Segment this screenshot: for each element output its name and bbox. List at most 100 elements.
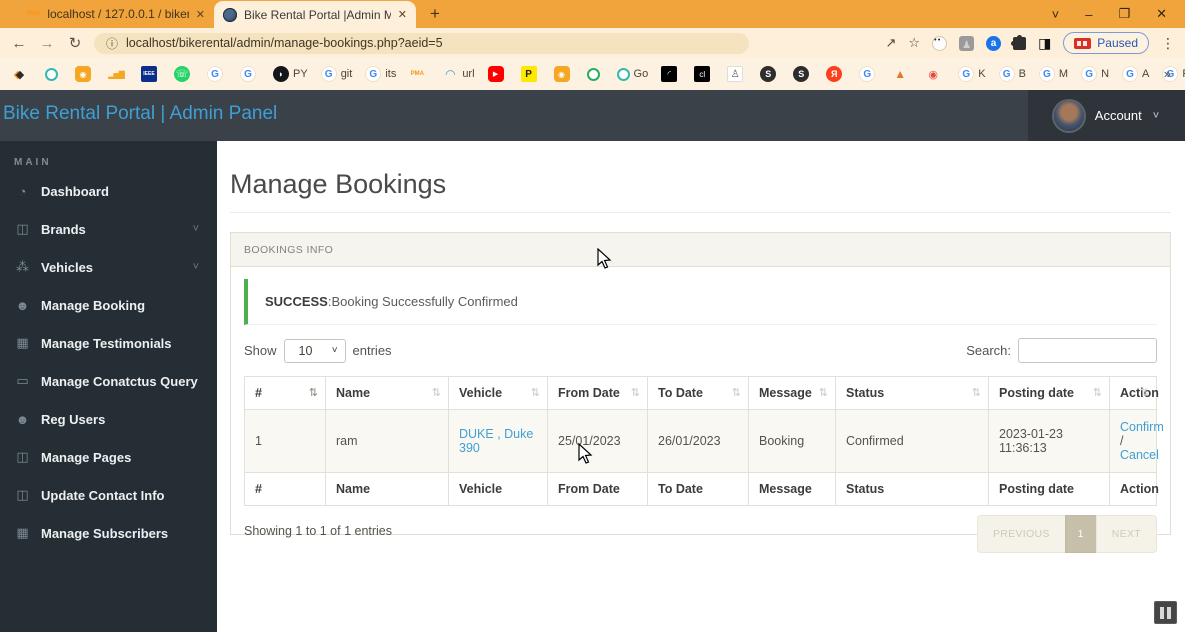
account-menu[interactable]: Account ˅	[1028, 90, 1185, 141]
cell-number: 1	[244, 409, 326, 473]
bookmark-item[interactable]	[586, 67, 604, 81]
bookmark-star-icon[interactable]: ☆	[908, 35, 920, 51]
sidebar-item[interactable]: Brands ˅	[0, 210, 217, 248]
bookmark-item[interactable]: ◉	[553, 66, 574, 82]
a-extension-icon[interactable]: a	[986, 35, 1002, 51]
bookmark-item[interactable]: G K	[958, 66, 986, 82]
avatar	[1053, 100, 1084, 131]
bookmark-item[interactable]: S	[760, 66, 780, 82]
bookmark-item[interactable]: IEEE	[141, 66, 161, 82]
sidebar-item[interactable]: Manage Booking ˅	[0, 286, 217, 324]
table-column-header[interactable]: Name	[325, 376, 449, 410]
bookmark-item[interactable]: G git	[320, 66, 352, 82]
table-column-header[interactable]: Status	[835, 376, 989, 410]
bookmark-item[interactable]: G M	[1038, 66, 1068, 82]
forward-button[interactable]: →	[38, 35, 56, 52]
reading-mode-icon[interactable]: ◨	[1038, 35, 1051, 52]
table-column-header[interactable]: From Date	[547, 376, 648, 410]
browser-tab-bike-rental-admin[interactable]: Bike Rental Portal |Admin Manag ✕	[214, 1, 416, 28]
table-footer-header: Action	[1109, 472, 1159, 506]
sidebar-item[interactable]: Manage Conatctus Query ˅	[0, 362, 217, 400]
bookmark-item[interactable]: G A	[1122, 66, 1149, 82]
sidebar-item-icon	[14, 221, 31, 237]
table-column-header[interactable]: Posting date	[988, 376, 1110, 410]
page-length-select[interactable]: 10 ˅	[283, 338, 346, 363]
bookmark-favicon-icon: ▂▅▇	[108, 69, 124, 79]
panda-extension-icon[interactable]	[932, 35, 948, 51]
table-column-header[interactable]: Message	[748, 376, 836, 410]
table-footer-header: Status	[835, 472, 989, 506]
table-row: 1 ram DUKE , Duke 390 25/01/2023 26/01/2…	[244, 409, 1164, 473]
tab-close-icon[interactable]: ✕	[196, 8, 205, 21]
cancel-link[interactable]: Cancel	[1120, 448, 1159, 462]
bookmark-item[interactable]: ◆	[12, 66, 32, 82]
previous-page-button[interactable]: PREVIOUS	[976, 515, 1066, 553]
bookmark-item[interactable]: ◠ url	[442, 66, 475, 82]
table-column-header[interactable]: #	[244, 376, 326, 410]
browser-tab-phpmyadmin[interactable]: PMA localhost / 127.0.0.1 / bikerental ✕	[18, 0, 214, 28]
bookmark-item[interactable]: G its	[365, 66, 396, 82]
paused-extension-pill[interactable]: Paused	[1063, 32, 1149, 54]
share-icon[interactable]: ↗	[886, 35, 897, 51]
address-bar[interactable]: ⓘ localhost/bikerental/admin/manage-book…	[94, 32, 749, 54]
recorder-pause-button[interactable]	[1154, 601, 1177, 624]
bookmark-item[interactable]: G N	[1081, 66, 1109, 82]
bookmark-item[interactable]: G	[240, 66, 260, 82]
bookmark-item[interactable]: P	[520, 66, 541, 82]
bookmark-favicon-icon: G	[1122, 66, 1139, 82]
bookmark-item[interactable]: ◜	[661, 66, 681, 82]
sidebar-item-icon	[14, 412, 31, 427]
window-maximize-button[interactable]: ❐	[1118, 6, 1130, 22]
reload-button[interactable]: ↻	[66, 34, 84, 52]
bookmark-item[interactable]: PMA	[409, 66, 429, 82]
table-column-header[interactable]: Vehicle	[448, 376, 548, 410]
page-number-button[interactable]: 1	[1064, 515, 1097, 553]
bookmark-favicon-icon: G	[998, 66, 1015, 82]
bookmark-item[interactable]: G	[207, 66, 227, 82]
bookmark-item[interactable]: G	[859, 66, 879, 82]
site-info-icon[interactable]: ⓘ	[106, 35, 118, 52]
sidebar-item-icon	[14, 184, 31, 199]
table-column-header[interactable]: To Date	[647, 376, 749, 410]
window-close-button[interactable]: ✕	[1156, 6, 1167, 22]
bookmark-item[interactable]: Я	[826, 66, 846, 82]
bookmarks-overflow-icon[interactable]: »	[1164, 66, 1171, 81]
vehicle-link[interactable]: DUKE , Duke 390	[459, 427, 533, 455]
bookmark-item[interactable]: ☏	[174, 66, 194, 82]
sidebar-item-label: Brands	[41, 221, 86, 237]
confirm-link[interactable]: Confirm	[1120, 420, 1164, 434]
bookmark-item[interactable]: ▂▅▇	[108, 66, 128, 82]
bookmark-item[interactable]: ◉	[925, 66, 945, 82]
sidebar-item[interactable]: Manage Testimonials ˅	[0, 324, 217, 362]
extensions-puzzle-icon[interactable]	[1011, 34, 1027, 50]
bookmark-item[interactable]: ▲	[892, 66, 912, 82]
bookmark-item[interactable]: ◗ PY	[273, 66, 308, 82]
sidebar-item[interactable]: Vehicles ˅	[0, 248, 217, 286]
sidebar-item[interactable]: Manage Pages ˅	[0, 438, 217, 476]
next-page-button[interactable]: NEXT	[1095, 515, 1157, 553]
browser-tabstrip: PMA localhost / 127.0.0.1 / bikerental ✕…	[0, 0, 1185, 28]
window-minimize-button[interactable]: –	[1085, 7, 1092, 22]
bookmark-item[interactable]	[45, 67, 62, 81]
new-tab-button[interactable]: +	[430, 4, 440, 24]
sidebar-item[interactable]: Reg Users ˅	[0, 400, 217, 438]
browser-menu-icon[interactable]: ⋮	[1161, 35, 1175, 52]
bookmark-item[interactable]: ♙	[727, 66, 747, 82]
bookmark-item[interactable]: S	[793, 66, 813, 82]
bookmark-item[interactable]: G B	[998, 66, 1026, 82]
bookmark-item[interactable]: cl	[694, 66, 714, 82]
sidebar-item[interactable]: Update Contact Info ˅	[0, 476, 217, 514]
sidebar-item[interactable]: Manage Subscribers ˅	[0, 514, 217, 552]
tab-title: Bike Rental Portal |Admin Manag	[244, 7, 391, 22]
bookmark-label: K	[978, 68, 986, 80]
tab-close-icon[interactable]: ✕	[398, 8, 407, 21]
bookmark-item[interactable]: ▶	[487, 66, 508, 82]
search-input[interactable]	[1018, 338, 1157, 363]
table-column-header[interactable]: Action	[1109, 376, 1159, 410]
bookmark-item[interactable]: Go	[616, 67, 648, 81]
tab-search-icon[interactable]: ˅	[1052, 7, 1060, 22]
bookmark-item[interactable]: ◉	[75, 66, 95, 82]
back-button[interactable]: ←	[10, 35, 28, 52]
avatar-extension-icon[interactable]: ♟	[959, 35, 975, 51]
sidebar-item[interactable]: Dashboard ˅	[0, 172, 217, 210]
